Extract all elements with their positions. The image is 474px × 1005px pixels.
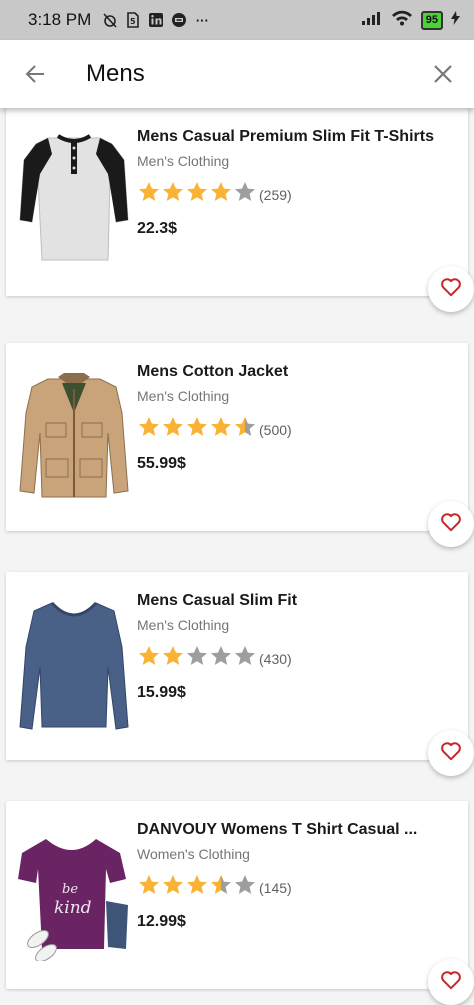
product-card[interactable]: Mens Casual Premium Slim Fit T-Shirts Me… xyxy=(6,108,474,312)
rating: (430) xyxy=(137,644,452,673)
product-name: Mens Casual Slim Fit xyxy=(137,592,298,609)
rating-stars xyxy=(137,644,257,673)
signal-icon xyxy=(361,10,383,31)
star-icon xyxy=(234,646,255,665)
star-icon xyxy=(234,417,255,436)
product-image xyxy=(16,128,132,278)
rating-count: (259) xyxy=(259,186,292,203)
alarm-off-icon xyxy=(102,12,118,28)
star-icon xyxy=(186,875,207,894)
product-image: be kind xyxy=(16,821,132,971)
back-arrow-icon[interactable] xyxy=(22,61,48,87)
star-icon xyxy=(138,417,159,436)
product-image xyxy=(16,363,132,513)
star-icon xyxy=(186,182,207,201)
product-image xyxy=(16,592,132,742)
star-icon xyxy=(162,646,183,665)
more-notifications-icon: ··· xyxy=(195,12,209,28)
star-icon xyxy=(138,875,159,894)
close-icon[interactable] xyxy=(430,61,456,87)
star-icon xyxy=(138,182,159,201)
heart-icon xyxy=(440,512,462,537)
rating-count: (500) xyxy=(259,421,292,438)
star-icon xyxy=(186,417,207,436)
svg-text:kind: kind xyxy=(54,898,92,918)
rating-stars xyxy=(137,180,257,209)
star-icon xyxy=(186,646,207,665)
product-card[interactable]: be kind DANVOUY Womens T Shirt Casual ..… xyxy=(6,801,474,1005)
charging-icon xyxy=(451,10,460,30)
status-time: 3:18 PM xyxy=(28,10,92,29)
star-icon xyxy=(210,875,231,894)
star-icon xyxy=(234,875,255,894)
star-icon xyxy=(138,646,159,665)
rating-count: (430) xyxy=(259,650,292,667)
rating: (259) xyxy=(137,180,452,209)
svg-text:5: 5 xyxy=(130,17,136,26)
linkedin-icon xyxy=(148,12,164,28)
product-card[interactable]: Mens Casual Slim Fit Men's Clothing (430… xyxy=(6,572,474,776)
product-name: Mens Casual Premium Slim Fit T-Shirts xyxy=(137,128,434,145)
star-icon xyxy=(162,875,183,894)
wifi-icon xyxy=(391,10,413,31)
star-icon xyxy=(210,417,231,436)
favorite-button[interactable] xyxy=(428,730,474,776)
heart-icon xyxy=(440,277,462,302)
product-card[interactable]: Mens Cotton Jacket Men's Clothing (500) … xyxy=(6,343,474,547)
heart-icon xyxy=(440,970,462,995)
product-price: 55.99$ xyxy=(137,455,186,472)
product-category: Men's Clothing xyxy=(137,153,230,169)
rating-stars xyxy=(137,415,257,444)
app-notification-icon xyxy=(171,12,187,28)
product-price: 22.3$ xyxy=(137,220,178,237)
product-name: DANVOUY Womens T Shirt Casual ... xyxy=(137,821,418,838)
product-price: 12.99$ xyxy=(137,913,186,930)
product-category: Women's Clothing xyxy=(137,846,250,862)
favorite-button[interactable] xyxy=(428,501,474,547)
sim-icon: 5 xyxy=(125,12,141,28)
battery-icon: 95 xyxy=(420,10,443,30)
rating-count: (145) xyxy=(259,879,292,896)
app-bar: Mens xyxy=(0,40,474,108)
star-icon xyxy=(162,182,183,201)
heart-icon xyxy=(440,741,462,766)
product-category: Men's Clothing xyxy=(137,388,230,404)
star-icon xyxy=(210,182,231,201)
rating-stars xyxy=(137,873,257,902)
status-bar: 3:18 PM 5 ··· 95 xyxy=(0,0,474,40)
rating: (500) xyxy=(137,415,452,444)
svg-text:be: be xyxy=(62,882,78,897)
rating: (145) xyxy=(137,873,452,902)
product-name: Mens Cotton Jacket xyxy=(137,363,289,380)
product-price: 15.99$ xyxy=(137,684,186,701)
product-category: Men's Clothing xyxy=(137,617,230,633)
page-title: Mens xyxy=(86,60,145,87)
star-icon xyxy=(210,646,231,665)
favorite-button[interactable] xyxy=(428,959,474,1005)
star-icon xyxy=(162,417,183,436)
star-icon xyxy=(234,182,255,201)
favorite-button[interactable] xyxy=(428,266,474,312)
